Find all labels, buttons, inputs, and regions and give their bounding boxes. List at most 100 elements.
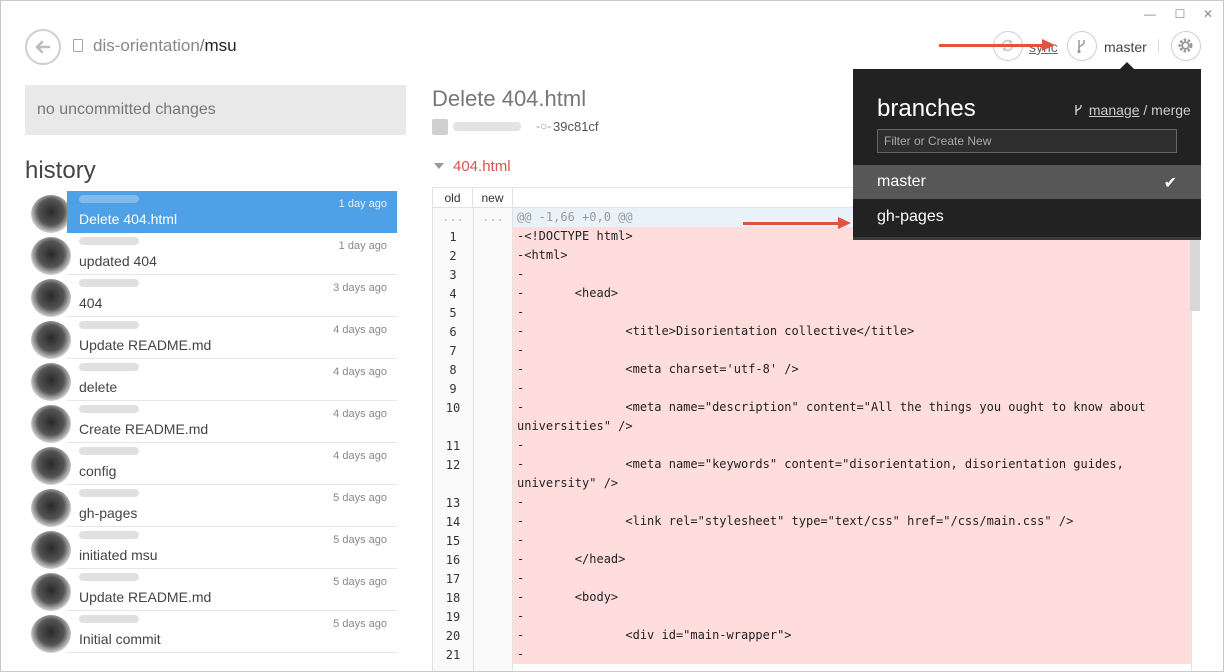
old-line-number: 15: [445, 534, 461, 548]
old-line-number: 7: [449, 344, 457, 358]
history-item-message: delete: [79, 379, 118, 395]
header-divider: [1158, 39, 1159, 53]
author-avatar: [31, 531, 71, 569]
history-item[interactable]: 3 days ago 404: [25, 275, 397, 317]
author-avatar: [31, 615, 71, 653]
repo-owner: dis-orientation: [93, 36, 200, 55]
gear-icon: [1178, 38, 1193, 53]
history-item-body[interactable]: 5 days ago Initial commit: [67, 611, 397, 653]
app-window: — ☐ ✕ dis-orientation/msu sync master: [0, 0, 1224, 672]
branches-title: branches: [877, 95, 976, 122]
diff-line: 6 - <title>Disorientation collective</tit…: [433, 322, 1191, 341]
old-line-number: 10: [445, 401, 461, 415]
author-name: [79, 615, 139, 623]
diff-line: 17 -: [433, 569, 1191, 588]
author-avatar: [31, 195, 71, 233]
diff-file-name[interactable]: 404.html: [453, 158, 511, 175]
history-item-message: Delete 404.html: [79, 211, 178, 227]
history-item[interactable]: 4 days ago delete: [25, 359, 397, 401]
close-button[interactable]: ✕: [1197, 5, 1219, 23]
history-item-body[interactable]: 1 day ago updated 404: [67, 233, 397, 275]
col-new-header: new: [473, 188, 513, 208]
hunk-old-ellipsis: ...: [442, 210, 464, 224]
history-item-body[interactable]: 5 days ago Update README.md: [67, 569, 397, 611]
diff-view: old new ... ... @@ -1,66 +0,0 @@ 1 -<!DOC…: [432, 187, 1192, 671]
deleted-code-line: -: [513, 265, 1191, 284]
collapse-caret-icon[interactable]: [434, 163, 444, 169]
history-item-body[interactable]: 4 days ago Create README.md: [67, 401, 397, 443]
history-item-time: 4 days ago: [333, 450, 387, 462]
commit-author-name: [453, 122, 521, 131]
history-item[interactable]: 5 days ago Update README.md: [25, 569, 397, 611]
history-item-body[interactable]: 5 days ago initiated msu: [67, 527, 397, 569]
history-item-message: Update README.md: [79, 589, 212, 605]
history-item-body[interactable]: 3 days ago 404: [67, 275, 397, 317]
diff-line: 15 -: [433, 531, 1191, 550]
old-line-number: 14: [445, 515, 461, 529]
uncommitted-changes-panel[interactable]: no uncommitted changes: [25, 85, 406, 135]
old-line-number: 2: [449, 249, 457, 263]
author-name: [79, 195, 139, 203]
old-line-number: 21: [445, 648, 461, 662]
current-branch-label[interactable]: master: [1104, 39, 1147, 55]
old-line-number: 4: [449, 287, 457, 301]
branch-icon: [1075, 105, 1082, 115]
history-item-body[interactable]: 1 day ago Delete 404.html: [67, 191, 397, 233]
merge-link[interactable]: merge: [1151, 102, 1191, 118]
commit-sha[interactable]: 39c81cf: [553, 119, 599, 134]
maximize-button[interactable]: ☐: [1169, 5, 1191, 23]
history-item[interactable]: 1 day ago Delete 404.html: [25, 191, 397, 233]
history-item[interactable]: 5 days ago gh-pages: [25, 485, 397, 527]
minimize-button[interactable]: —: [1139, 5, 1161, 23]
diff-line: 16 - </head>: [433, 550, 1191, 569]
history-item[interactable]: 4 days ago Create README.md: [25, 401, 397, 443]
history-item[interactable]: 4 days ago config: [25, 443, 397, 485]
annotation-arrow-top: [939, 39, 1055, 51]
history-item-message: 404: [79, 295, 103, 311]
manage-merge-link[interactable]: manage / merge: [1073, 102, 1191, 118]
history-item-body[interactable]: 4 days ago Update README.md: [67, 317, 397, 359]
deleted-code-line: - <meta charset='utf-8' />: [513, 360, 1191, 379]
old-line-number: 5: [449, 306, 457, 320]
author-name: [79, 405, 139, 413]
history-item[interactable]: 5 days ago initiated msu: [25, 527, 397, 569]
hunk-new-ellipsis: ...: [482, 210, 504, 224]
history-item-body[interactable]: 4 days ago delete: [67, 359, 397, 401]
commit-title: Delete 404.html: [432, 86, 587, 111]
popup-notch: [1119, 62, 1135, 70]
history-item-time: 5 days ago: [333, 492, 387, 504]
history-item[interactable]: 1 day ago updated 404: [25, 233, 397, 275]
deleted-code-line: - <meta name="description" content="All …: [513, 398, 1191, 436]
history-item-time: 5 days ago: [333, 576, 387, 588]
author-avatar: [31, 489, 71, 527]
history-item-message: config: [79, 463, 117, 479]
history-item[interactable]: 5 days ago Initial commit: [25, 611, 397, 653]
diff-lines: 1 -<!DOCTYPE html> 2 -<html> 3-4- <head> 5-6-…: [433, 227, 1191, 664]
deleted-code-line: - <meta name="keywords" content="disorie…: [513, 455, 1191, 493]
diff-line: 3-: [433, 265, 1191, 284]
back-arrow-icon: [35, 40, 51, 54]
history-item-body[interactable]: 5 days ago gh-pages: [67, 485, 397, 527]
deleted-code-line: - </head>: [513, 550, 1191, 569]
old-line-number: 8: [449, 363, 457, 377]
branch-item-gh-pages[interactable]: gh-pages: [853, 200, 1201, 234]
deleted-code-line: -: [513, 569, 1191, 588]
author-avatar: [31, 573, 71, 611]
deleted-code-line: -: [513, 607, 1191, 626]
deleted-code-line: -: [513, 303, 1191, 322]
author-name: [79, 489, 139, 497]
diff-line: 8 - <meta charset='utf-8' />: [433, 360, 1191, 379]
history-item[interactable]: 4 days ago Update README.md: [25, 317, 397, 359]
back-button[interactable]: [25, 29, 61, 65]
deleted-code-line: -: [513, 645, 1191, 664]
branch-button[interactable]: [1067, 31, 1097, 61]
manage-link[interactable]: manage: [1089, 102, 1140, 118]
branch-item-master[interactable]: master ✔: [853, 165, 1201, 199]
branches-popup: branches manage / merge Filter or Create…: [853, 62, 1201, 240]
deleted-code-line: - <head>: [513, 284, 1191, 303]
author-avatar: [31, 447, 71, 485]
branch-filter-input[interactable]: Filter or Create New: [877, 129, 1177, 153]
old-line-number: 1: [449, 230, 457, 244]
settings-button[interactable]: [1171, 31, 1201, 61]
history-item-body[interactable]: 4 days ago config: [67, 443, 397, 485]
